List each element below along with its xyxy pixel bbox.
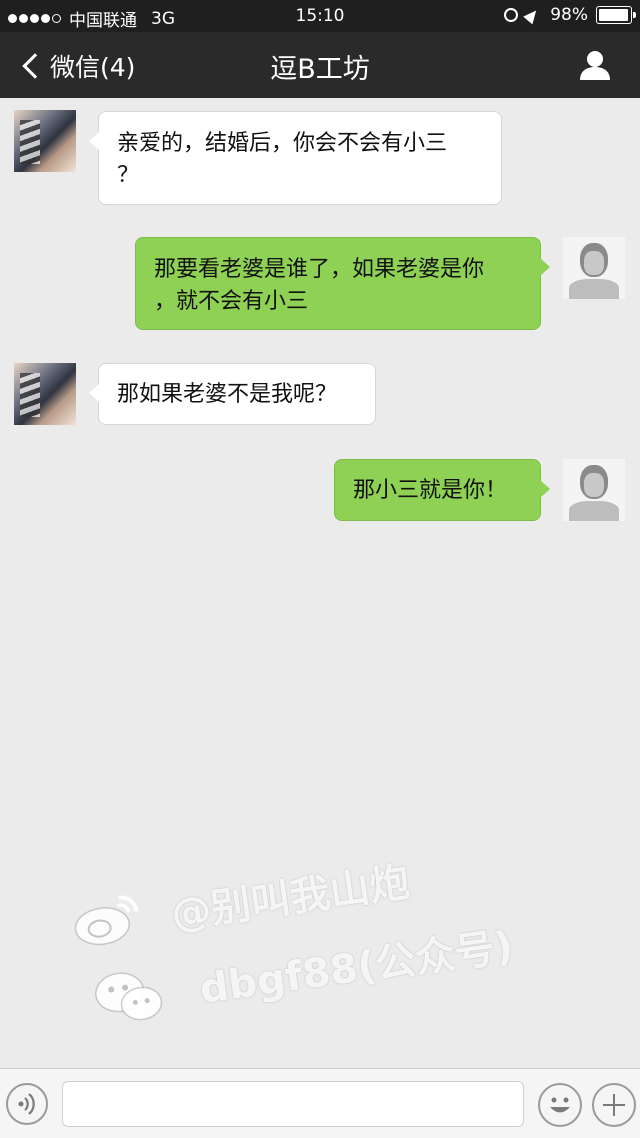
message-text-line: ？ xyxy=(117,163,140,188)
girl-avatar[interactable] xyxy=(14,363,76,425)
battery-percent: 98% xyxy=(550,5,588,25)
man-avatar[interactable] xyxy=(563,459,625,521)
status-right-group: 98% xyxy=(504,5,636,25)
chat-title: 逗B工坊 xyxy=(270,54,370,85)
battery-fill xyxy=(599,9,629,21)
weibo-icon xyxy=(74,895,139,946)
message-bubble-received[interactable]: 那如果老婆不是我呢？ xyxy=(89,363,376,425)
nav-bar: 微信(4) 逗B工坊 xyxy=(0,32,640,98)
message-text-line: 那要看老婆是谁了，如果老婆是你 xyxy=(154,257,485,282)
message-text-line: ，就不会有小三 xyxy=(154,289,309,314)
voice-wave-icon xyxy=(18,1093,35,1115)
watermark-weibo: @别叫我山炮 xyxy=(168,859,413,939)
message-bubble-sent[interactable]: 那小三就是你！ xyxy=(334,459,550,521)
watermark: @别叫我山炮 dbgf88(公众号) xyxy=(64,805,546,1057)
plus-icon xyxy=(613,1094,615,1116)
alarm-icon xyxy=(504,8,519,22)
smiley-icon xyxy=(550,1097,570,1113)
message-text-line: 亲爱的，结婚后，你会不会有小三 xyxy=(117,131,448,156)
person-icon xyxy=(580,51,610,80)
wechat-icon xyxy=(95,972,163,1021)
add-button[interactable] xyxy=(592,1083,636,1127)
message-text-line: 那如果老婆不是我呢？ xyxy=(117,382,338,407)
message-input[interactable] xyxy=(62,1081,524,1127)
avatar-body xyxy=(569,501,619,521)
avatar-body xyxy=(569,279,619,299)
message-bubble-received[interactable]: 亲爱的，结婚后，你会不会有小三 ？ xyxy=(89,111,502,205)
emoji-button[interactable] xyxy=(538,1083,582,1127)
battery-icon xyxy=(596,6,636,24)
message-bubble-sent[interactable]: 那要看老婆是谁了，如果老婆是你 ，就不会有小三 xyxy=(135,237,550,330)
girl-avatar[interactable] xyxy=(14,110,76,172)
message-text-line: 那小三就是你！ xyxy=(353,478,508,503)
location-arrow-icon xyxy=(523,6,541,24)
voice-button[interactable] xyxy=(6,1083,48,1125)
status-bar: 中国联通 3G 15:10 98% xyxy=(0,0,640,32)
avatar-face xyxy=(584,251,604,275)
man-avatar[interactable] xyxy=(563,237,625,299)
avatar-face xyxy=(584,473,604,497)
input-bar xyxy=(0,1068,640,1138)
profile-button[interactable] xyxy=(578,48,612,82)
